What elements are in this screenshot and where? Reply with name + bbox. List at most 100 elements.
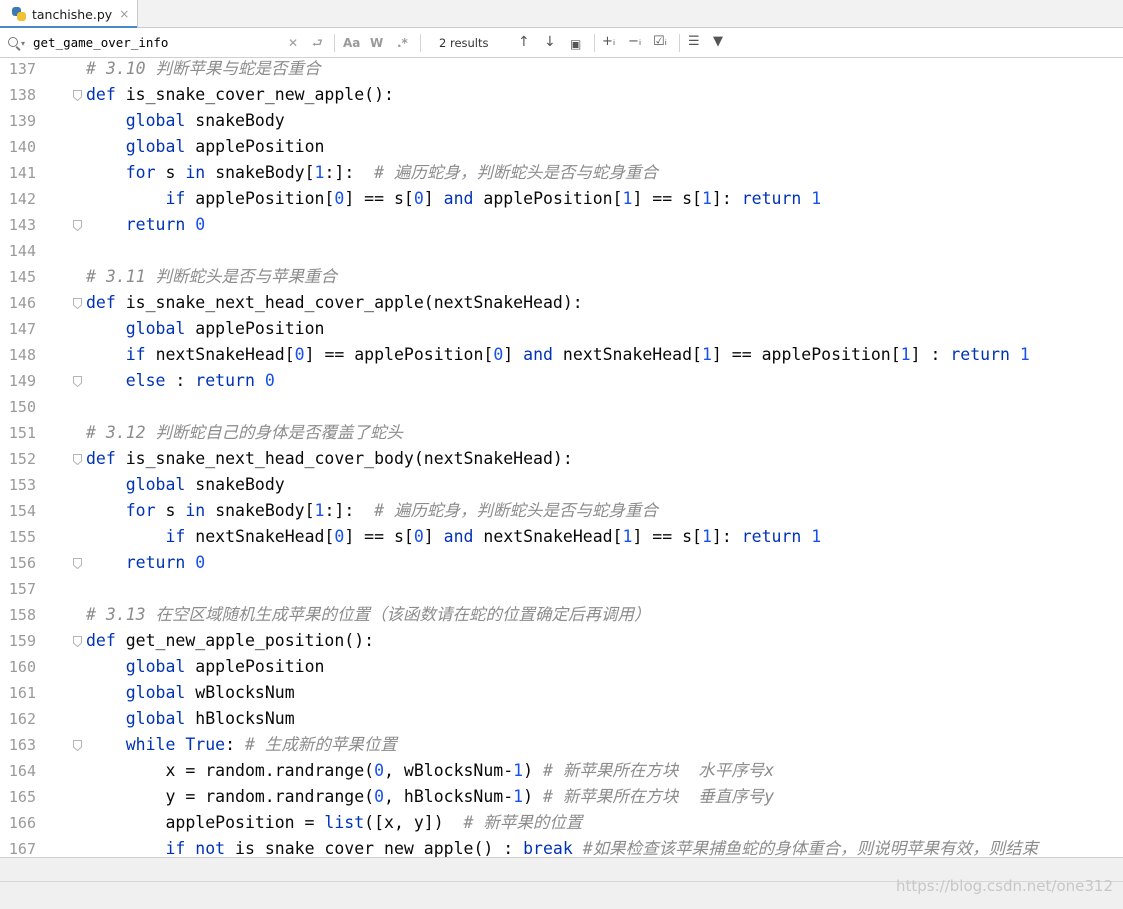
up-arrow-icon[interactable]: ↑: [518, 33, 530, 51]
code-area[interactable]: # 3.10 判断苹果与蛇是否重合 def is_snake_cover_new_…: [66, 58, 1123, 857]
file-tab[interactable]: tanchishe.py ×: [0, 0, 138, 29]
add-selection-icon[interactable]: +ᵢ: [602, 33, 615, 51]
code-line: global wBlocksNum: [86, 680, 295, 706]
code-line: # 3.10 判断苹果与蛇是否重合: [86, 58, 321, 82]
code-token: 0: [413, 189, 424, 208]
fold-marker-icon[interactable]: [73, 636, 82, 647]
code-token: is_snake_cover_new_apple() :: [235, 839, 524, 857]
line-number: 159: [8, 632, 36, 650]
fold-marker-icon[interactable]: [73, 454, 82, 465]
divider: [679, 34, 680, 52]
select-all-icon[interactable]: ▣: [570, 35, 581, 53]
code-token: 1: [622, 527, 633, 546]
code-line: # 3.13 在空区域随机生成苹果的位置（该函数请在蛇的位置确定后再调用）: [86, 602, 651, 628]
regex-toggle[interactable]: .*: [397, 35, 408, 51]
filter-icon[interactable]: ▼: [713, 33, 723, 51]
code-token: snakeBody: [195, 475, 285, 494]
results-count: 2 results: [439, 36, 489, 50]
code-token: applePosition[: [195, 189, 335, 208]
code-token: return: [125, 553, 196, 572]
code-token: 0: [334, 189, 345, 208]
code-editor[interactable]: 137 138 139 140 141 142 143 144 145 146 147 148 149 1…: [0, 58, 1123, 857]
fold-marker-icon[interactable]: [73, 740, 82, 751]
search-input[interactable]: [33, 32, 283, 52]
code-token: 1: [513, 761, 524, 780]
code-token: nextSnakeHead[: [155, 345, 295, 364]
code-token: :]:: [324, 163, 375, 182]
code-token: 0: [195, 553, 206, 572]
code-token: and: [443, 527, 484, 546]
fold-marker-icon[interactable]: [73, 90, 82, 101]
code-token: is_snake_next_head_cover_body(nextSnakeH…: [125, 449, 573, 468]
code-line: global hBlocksNum: [86, 706, 295, 732]
code-token: def: [86, 85, 126, 104]
fold-marker-icon[interactable]: [73, 298, 82, 309]
clear-icon[interactable]: ✕: [288, 35, 298, 51]
close-icon[interactable]: ×: [119, 7, 129, 21]
code-token: 0: [374, 761, 385, 780]
line-number: 163: [8, 736, 36, 754]
code-token: global: [125, 137, 196, 156]
code-token: hBlocksNum: [195, 709, 295, 728]
line-number: 156: [8, 554, 36, 572]
new-line-icon[interactable]: ⮐: [312, 35, 323, 51]
code-token: 0: [374, 787, 385, 806]
code-token: # 新苹果的位置: [463, 813, 583, 832]
code-token: 1: [1019, 345, 1030, 364]
code-line: global applePosition: [86, 654, 325, 680]
code-token: return: [741, 527, 812, 546]
code-token: 1: [811, 189, 822, 208]
code-line: if nextSnakeHead[0] == s[0] and nextSnak…: [86, 524, 821, 550]
find-bar: ▾ ✕ ⮐ Aa W .* 2 results ↑ ↓ ▣ +ᵢ −ᵢ ☑ᵢ ☰…: [0, 28, 1123, 58]
code-token: ] == s[: [632, 189, 702, 208]
code-token: applePosition: [195, 137, 325, 156]
code-line: y = random.randrange(0, hBlocksNum-1) # …: [86, 784, 774, 810]
code-token: if: [165, 189, 196, 208]
code-token: def: [86, 449, 126, 468]
fold-marker-icon[interactable]: [73, 220, 82, 231]
fold-marker-icon[interactable]: [73, 376, 82, 387]
code-line: if not is_snake_cover_new_apple() : brea…: [86, 836, 1038, 857]
code-token: ]: [503, 345, 524, 364]
line-number: 153: [8, 476, 36, 494]
code-token: 1: [513, 787, 524, 806]
code-line: if nextSnakeHead[0] == applePosition[0] …: [86, 342, 1030, 368]
fold-marker-icon[interactable]: [73, 558, 82, 569]
code-token: ]: [423, 189, 444, 208]
words-toggle[interactable]: W: [370, 35, 383, 51]
code-token: global: [125, 475, 196, 494]
select-all-occurrences-icon[interactable]: ☑ᵢ: [653, 33, 667, 51]
code-line: global applePosition: [86, 316, 325, 342]
remove-selection-icon[interactable]: −ᵢ: [628, 33, 641, 51]
search-icon[interactable]: [8, 37, 18, 47]
code-token: and: [443, 189, 484, 208]
code-token: if not: [165, 839, 236, 857]
code-token: 1: [701, 527, 712, 546]
code-line: else : return 0: [86, 368, 275, 394]
filter-options-icon[interactable]: ☰: [688, 33, 700, 51]
code-token: else: [125, 371, 176, 390]
search-history-chevron-icon[interactable]: ▾: [21, 39, 25, 48]
code-token: return: [741, 189, 812, 208]
code-token: s: [165, 501, 186, 520]
code-token: for: [125, 163, 166, 182]
code-token: ]: [423, 527, 444, 546]
code-token: snakeBody[: [215, 501, 315, 520]
line-number: 141: [8, 164, 36, 182]
code-token: nextSnakeHead[: [195, 527, 335, 546]
match-case-toggle[interactable]: Aa: [343, 35, 360, 51]
code-token: applePosition =: [86, 813, 325, 832]
down-arrow-icon[interactable]: ↓: [544, 33, 556, 51]
code-token: # 3.13 在空区域随机生成苹果的位置（该函数请在蛇的位置确定后再调用）: [86, 605, 651, 624]
code-token: snakeBody: [195, 111, 285, 130]
